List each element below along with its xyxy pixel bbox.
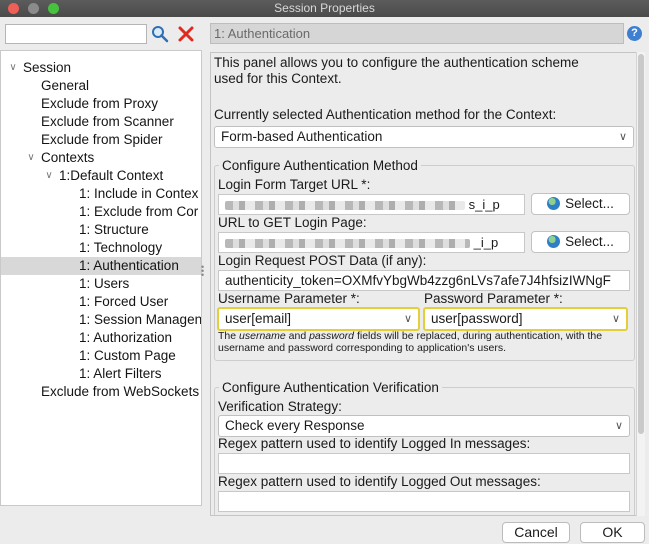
- username-param-value: user[email]: [225, 311, 292, 326]
- method-select[interactable]: Form-based Authentication ∨: [214, 126, 634, 148]
- username-param-label: Username Parameter *:: [218, 291, 360, 306]
- tree-item-authorization[interactable]: 1: Authorization: [79, 329, 172, 347]
- zoom-window-icon[interactable]: [48, 3, 59, 14]
- chevron-down-icon[interactable]: ∨: [43, 167, 55, 185]
- chevron-down-icon[interactable]: ∨: [25, 149, 37, 167]
- get-url-tail: _i_p: [473, 235, 499, 250]
- tree-item-exclude-context[interactable]: 1: Exclude from Cor: [79, 203, 198, 221]
- get-url-label: URL to GET Login Page:: [218, 215, 367, 230]
- globe-icon: [547, 235, 561, 248]
- tree-item-exclude-scanner[interactable]: Exclude from Scanner: [41, 113, 174, 131]
- splitter-handle-icon[interactable]: • • •: [201, 263, 205, 280]
- password-param-label: Password Parameter *:: [424, 291, 563, 306]
- tree-item-contexts[interactable]: Contexts: [41, 149, 94, 167]
- tree-item-forced-user[interactable]: 1: Forced User: [79, 293, 168, 311]
- globe-icon: [547, 197, 561, 210]
- red-x-icon[interactable]: [177, 24, 195, 44]
- tree-item-exclude-spider[interactable]: Exclude from Spider: [41, 131, 163, 149]
- password-param-select[interactable]: user[password] ∨: [423, 307, 628, 331]
- left-pane: ∨ Session General Exclude from Proxy Exc…: [0, 17, 204, 517]
- tree-item-alert-filters[interactable]: 1: Alert Filters: [79, 365, 162, 383]
- redacted-text: [225, 239, 470, 249]
- scrollbar-thumb[interactable]: [638, 54, 644, 434]
- logged-in-label: Regex pattern used to identify Logged In…: [218, 436, 531, 451]
- panel-vertical-scrollbar[interactable]: [636, 52, 645, 516]
- tree-item-include-context[interactable]: 1: Include in Contex: [79, 185, 198, 203]
- tree-item-authentication[interactable]: 1: Authentication: [1, 257, 201, 275]
- parameter-note: The username and password fields will be…: [218, 330, 603, 354]
- strategy-value: Check every Response: [225, 418, 365, 433]
- session-tree[interactable]: ∨ Session General Exclude from Proxy Exc…: [0, 50, 202, 506]
- close-window-icon[interactable]: [8, 3, 19, 14]
- post-data-label: Login Request POST Data (if any):: [218, 253, 427, 268]
- tree-item-custom-page[interactable]: 1: Custom Page: [79, 347, 176, 365]
- strategy-label: Verification Strategy:: [218, 399, 342, 414]
- help-icon[interactable]: ?: [627, 26, 642, 41]
- tree-item-default-context[interactable]: 1:Default Context: [59, 167, 163, 185]
- tree-item-general[interactable]: General: [41, 77, 89, 95]
- logged-out-regex-input[interactable]: [218, 491, 630, 512]
- method-label: Currently selected Authentication method…: [214, 107, 557, 122]
- tree-filter-input[interactable]: [5, 24, 147, 44]
- post-data-input[interactable]: authenticity_token=OXMfvYbgWb4zzg6nLVs7a…: [218, 270, 630, 291]
- logged-in-regex-input[interactable]: [218, 453, 630, 474]
- chevron-down-icon: ∨: [614, 420, 623, 432]
- logged-out-label: Regex pattern used to identify Logged Ou…: [218, 474, 541, 489]
- login-url-label: Login Form Target URL *:: [218, 177, 371, 192]
- chevron-down-icon: ∨: [618, 131, 627, 143]
- tree-item-technology[interactable]: 1: Technology: [79, 239, 162, 257]
- login-url-select-button[interactable]: Select...: [531, 193, 630, 215]
- verification-strategy-select[interactable]: Check every Response ∨: [218, 415, 630, 437]
- cancel-button[interactable]: Cancel: [502, 522, 570, 543]
- window-title: Session Properties: [274, 1, 375, 15]
- tree-item-structure[interactable]: 1: Structure: [79, 221, 149, 239]
- intro-text-line2: used for this Context.: [214, 71, 342, 86]
- ok-button[interactable]: OK: [580, 522, 645, 543]
- redacted-text: [225, 201, 465, 211]
- get-url-select-button[interactable]: Select...: [531, 231, 630, 253]
- username-param-select[interactable]: user[email] ∨: [217, 307, 420, 331]
- tree-item-session[interactable]: Session: [23, 59, 71, 77]
- login-url-input[interactable]: s_i_p: [218, 194, 525, 215]
- panel-header: 1: Authentication: [210, 23, 624, 44]
- tree-item-exclude-proxy[interactable]: Exclude from Proxy: [41, 95, 158, 113]
- window-title-bar: Session Properties: [0, 0, 649, 17]
- dialog-footer: Cancel OK: [0, 517, 649, 544]
- tree-item-users[interactable]: 1: Users: [79, 275, 129, 293]
- tree-item-session-management[interactable]: 1: Session Managen: [79, 311, 201, 329]
- verification-title: Configure Authentication Verification: [219, 380, 442, 395]
- magnifier-icon[interactable]: [151, 24, 169, 44]
- login-url-tail: s_i_p: [468, 197, 500, 212]
- configure-method-title: Configure Authentication Method: [219, 158, 421, 173]
- get-url-input[interactable]: _i_p: [218, 232, 525, 253]
- password-param-value: user[password]: [431, 311, 523, 326]
- minimize-window-icon[interactable]: [28, 3, 39, 14]
- chevron-down-icon[interactable]: ∨: [7, 59, 19, 77]
- intro-text-line1: This panel allows you to configure the a…: [214, 55, 579, 70]
- method-select-value: Form-based Authentication: [221, 129, 383, 144]
- chevron-down-icon: ∨: [403, 313, 412, 325]
- chevron-down-icon: ∨: [611, 313, 620, 325]
- authentication-panel: This panel allows you to configure the a…: [210, 52, 638, 516]
- tree-item-exclude-websockets[interactable]: Exclude from WebSockets: [41, 383, 199, 401]
